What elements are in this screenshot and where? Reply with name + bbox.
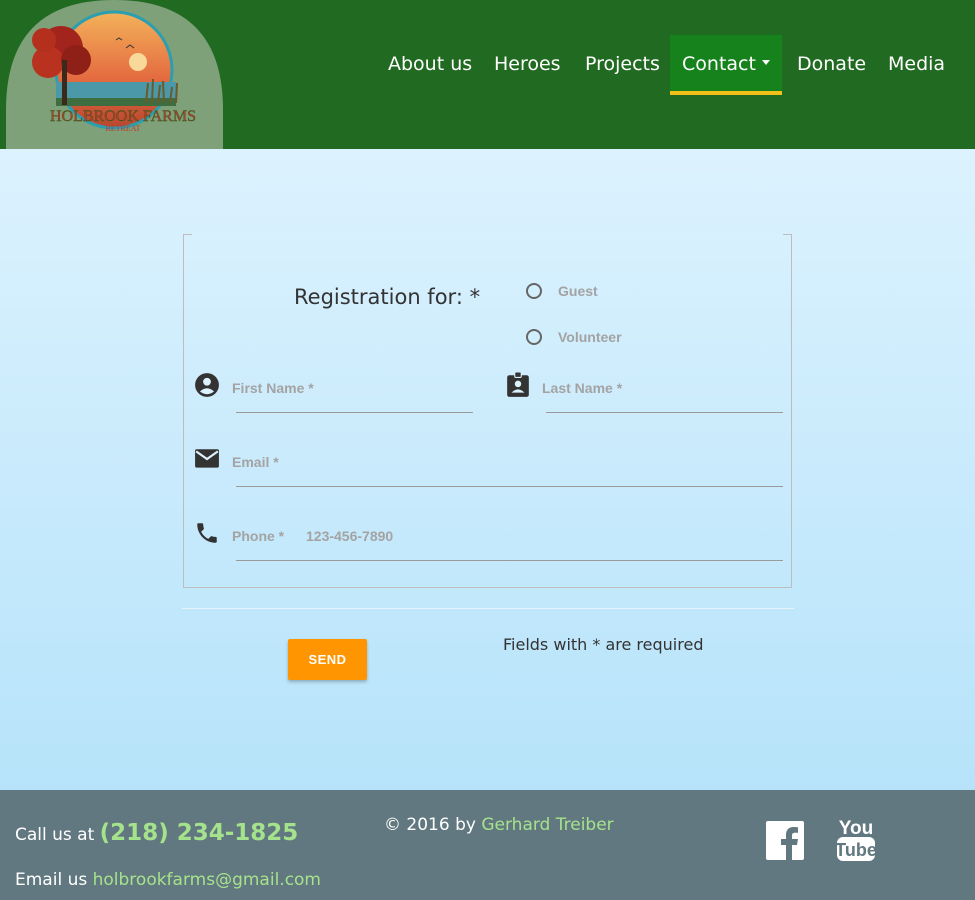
email-placeholder: Email *	[232, 454, 279, 470]
email-link[interactable]: holbrookfarms@gmail.com	[93, 870, 321, 890]
caret-down-icon	[761, 60, 770, 65]
registration-label: Registration for: *	[294, 285, 481, 309]
site-header: HOLBROOK FARMS RETREAT About us Heroes P…	[0, 0, 975, 149]
account-circle-icon	[195, 373, 219, 397]
registration-form: Registration for: * Guest Volunteer Firs…	[183, 234, 792, 588]
email-us: Email us holbrookfarms@gmail.com	[15, 870, 321, 890]
site-footer: Call us at (218) 234-1825 Email us holbr…	[0, 790, 975, 900]
facebook-icon[interactable]	[766, 821, 804, 860]
main-content: Registration for: * Guest Volunteer Firs…	[0, 149, 975, 790]
form-divider	[182, 608, 794, 609]
svg-text:You: You	[839, 818, 873, 839]
send-button[interactable]: SEND	[288, 639, 367, 680]
call-us: Call us at (218) 234-1825	[15, 820, 298, 846]
copyright: © 2016 by Gerhard Treiber	[384, 815, 614, 835]
phone-icon	[197, 523, 217, 543]
email-field[interactable]: Email *	[194, 446, 784, 488]
svg-text:HOLBROOK FARMS: HOLBROOK FARMS	[50, 108, 196, 125]
holbrook-farms-logo[interactable]: HOLBROOK FARMS RETREAT	[6, 0, 223, 149]
phone-hint: 123-456-7890	[306, 528, 394, 544]
phone-field[interactable]: Phone * 123-456-7890	[194, 520, 784, 562]
copyright-prefix: © 2016 by	[384, 815, 476, 835]
nav-contact-label: Contact	[682, 53, 756, 75]
radio-circle-icon	[526, 283, 542, 299]
last-name-field[interactable]: Last Name *	[505, 372, 785, 414]
call-prefix: Call us at	[15, 825, 95, 845]
first-name-field[interactable]: First Name *	[194, 372, 474, 414]
phone-placeholder: Phone *	[232, 528, 285, 544]
nav-contact[interactable]: Contact	[670, 35, 782, 95]
last-name-placeholder: Last Name *	[542, 380, 623, 396]
nav-media[interactable]: Media	[888, 35, 945, 95]
radio-circle-icon	[526, 329, 542, 345]
nav-heroes[interactable]: Heroes	[494, 35, 561, 95]
svg-text:Tube: Tube	[836, 840, 876, 860]
email-prefix: Email us	[15, 870, 88, 890]
youtube-icon[interactable]: You Tube	[836, 817, 876, 863]
first-name-placeholder: First Name *	[232, 380, 314, 396]
nav-projects[interactable]: Projects	[585, 35, 660, 95]
author-link[interactable]: Gerhard Treiber	[481, 815, 613, 835]
required-fields-note: Fields with * are required	[503, 635, 704, 654]
radio-volunteer[interactable]: Volunteer	[526, 327, 622, 347]
phone-link[interactable]: (218) 234-1825	[100, 820, 299, 846]
nav-donate[interactable]: Donate	[797, 35, 866, 95]
radio-guest[interactable]: Guest	[526, 281, 598, 301]
nav-about-us[interactable]: About us	[388, 35, 472, 95]
badge-icon	[507, 372, 529, 397]
mail-icon	[195, 449, 219, 468]
svg-text:RETREAT: RETREAT	[105, 124, 140, 133]
radio-volunteer-label: Volunteer	[558, 329, 622, 345]
radio-guest-label: Guest	[558, 283, 598, 299]
